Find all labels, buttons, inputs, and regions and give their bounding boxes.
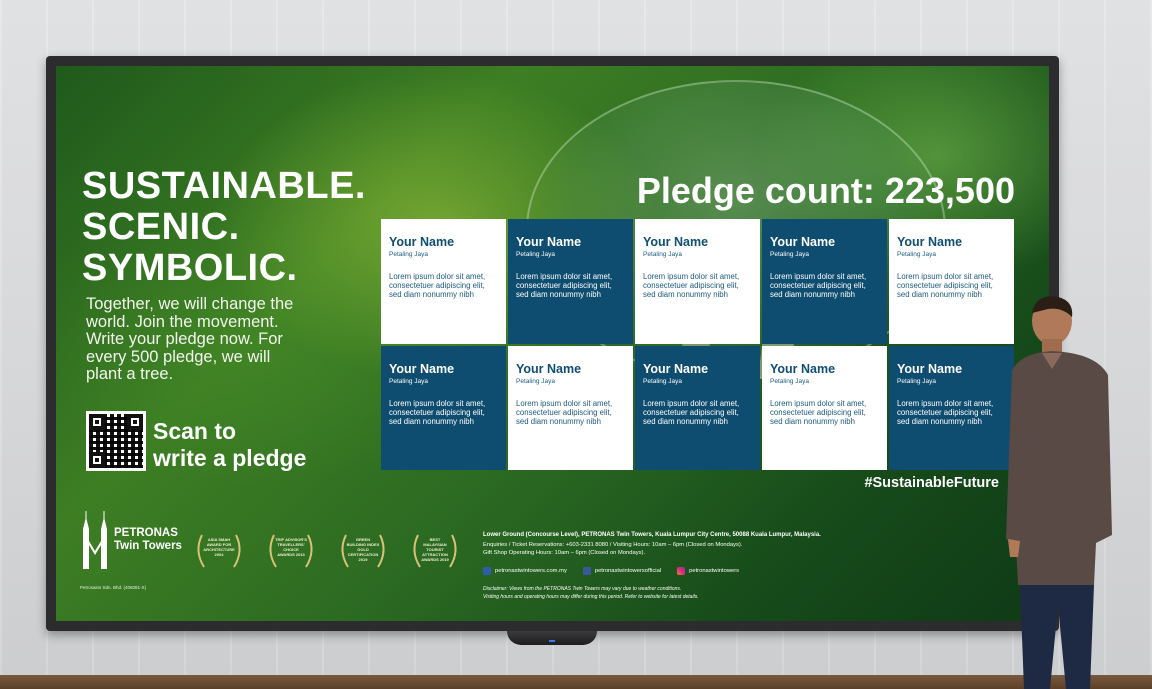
logo-wordmark: PETRONAS Twin Towers — [114, 527, 182, 553]
pledge-text: Lorem ipsum dolor sit amet, consectetuer… — [516, 398, 613, 426]
logo-line: Twin Towers — [114, 540, 182, 552]
awards-row: ASIA SMAH AWARD FOR ARCHITECTURE 2004 TR… — [192, 531, 462, 571]
headline-line: SCENIC. — [82, 206, 240, 248]
man-figure — [1006, 296, 1112, 689]
pledge-name: Your Name — [897, 361, 963, 376]
pledge-location: Petaling Jaya — [643, 251, 683, 258]
pledge-name: Your Name — [389, 235, 455, 249]
pledge-card: Your Name Petaling Jaya Lorem ipsum dolor … — [635, 345, 760, 470]
pledge-text: Lorem ipsum dolor sit amet, consectetuer… — [897, 398, 994, 426]
pledge-location: Petaling Jaya — [516, 251, 556, 258]
scan-cta: Scan to write a pledge — [153, 418, 306, 472]
award-badge: GREEN BUILDING INDEX GOLD CERTIFICATION … — [336, 531, 390, 571]
pledge-card: Your Name Petaling Jaya Lorem ipsum dolor … — [635, 219, 760, 344]
tv-stand — [507, 631, 597, 645]
pledge-location: Petaling Jaya — [643, 377, 683, 385]
pledge-text: Lorem ipsum dolor sit amet, consectetuer… — [516, 272, 613, 299]
pledge-card: Your Name Petaling Jaya Lorem ipsum dolor … — [762, 219, 887, 344]
award-text: GREEN BUILDING INDEX GOLD CERTIFICATION … — [346, 537, 380, 562]
scan-line: write a pledge — [153, 445, 307, 471]
pledge-card: Your Name Petaling Jaya Lorem ipsum dolor … — [889, 345, 1014, 470]
pledge-text: Lorem ipsum dolor sit amet, consectetuer… — [897, 272, 994, 299]
pledge-location: Petaling Jaya — [516, 377, 556, 385]
pledge-location: Petaling Jaya — [389, 377, 429, 385]
disclaimer-line: Visiting hours and operating hours may d… — [483, 594, 699, 600]
qr-finder — [127, 414, 143, 430]
web-icon — [483, 567, 491, 575]
logo-line: PETRONAS — [114, 527, 178, 539]
pledge-count: Pledge count: 223,500 — [636, 170, 1015, 211]
facebook-icon — [582, 567, 591, 575]
social-link[interactable]: petronastwintowers.com.my — [483, 567, 567, 575]
social-link[interactable]: petronastwintowersofficial — [582, 567, 662, 575]
pledge-name: Your Name — [770, 361, 836, 376]
intro-text: Together, we will change the world. Join… — [86, 295, 294, 383]
enquiries: Enquiries / Ticket Reservations: +603-23… — [483, 542, 743, 548]
pledge-card: Your Name Petaling Jaya Lorem ipsum dolor … — [381, 345, 506, 470]
pledge-name: Your Name — [897, 235, 963, 249]
gift-shop-hours: Gift Shop Operating Hours: 10am – 6pm (C… — [483, 550, 646, 556]
disclaimer-line: Disclaimer: Views from the PETRONAS Twin… — [483, 586, 682, 592]
scan-line: Scan to — [153, 418, 237, 444]
pledge-location: Petaling Jaya — [770, 251, 810, 258]
pledge-text: Lorem ipsum dolor sit amet, consectetuer… — [770, 398, 867, 426]
qr-finder — [89, 452, 105, 468]
award-badge: TRIP ADVISOR'S TRAVELLERS' CHOICE AWARDS… — [264, 531, 318, 571]
headline-line: SUSTAINABLE. — [82, 165, 366, 207]
visitor-info: Lower Ground (Concourse Level), PETRONAS… — [483, 532, 883, 601]
pledge-text: Lorem ipsum dolor sit amet, consectetuer… — [643, 398, 740, 426]
pledge-text: Lorem ipsum dolor sit amet, consectetuer… — [389, 398, 486, 426]
social-label: petronastwintowersofficial — [594, 568, 662, 574]
pledge-location: Petaling Jaya — [897, 251, 937, 258]
pledge-text: Lorem ipsum dolor sit amet, consectetuer… — [643, 272, 740, 299]
hashtag: #SustainableFuture — [864, 475, 999, 491]
pledge-name: Your Name — [643, 361, 709, 376]
power-led — [549, 640, 555, 642]
pledge-text: Lorem ipsum dolor sit amet, consectetuer… — [389, 272, 486, 299]
pledge-card: Your Name Petaling Jaya Lorem ipsum dolor … — [762, 345, 887, 470]
registration-number: Petrosains Sdn. Bhd. (406081-X) — [80, 585, 147, 590]
disclaimer: Disclaimer: Views from the PETRONAS Twin… — [483, 585, 883, 601]
address: Lower Ground (Concourse Level), PETRONAS… — [483, 532, 821, 538]
twin-towers-icon — [83, 511, 107, 569]
pledge-grid: Your Name Petaling Jaya Lorem ipsum dolor … — [381, 219, 1014, 470]
pledge-name: Your Name — [516, 235, 582, 249]
pledge-location: Petaling Jaya — [389, 251, 429, 258]
headline: SUSTAINABLE. SCENIC. SYMBOLIC. — [82, 166, 366, 289]
floor — [0, 675, 1152, 689]
pledge-card: Your Name Petaling Jaya Lorem ipsum dolor … — [381, 219, 506, 344]
pledge-name: Your Name — [389, 361, 455, 376]
pledge-name: Your Name — [643, 235, 709, 249]
screen-content: SUSTAINABLE. SCENIC. SYMBOLIC. Together,… — [56, 66, 1049, 621]
pledge-name: Your Name — [516, 361, 582, 376]
display-screen: SUSTAINABLE. SCENIC. SYMBOLIC. Together,… — [46, 56, 1059, 631]
qr-code[interactable] — [86, 411, 146, 471]
award-badge: ASIA SMAH AWARD FOR ARCHITECTURE 2004 — [192, 531, 246, 571]
qr-finder — [89, 414, 105, 430]
pledge-name: Your Name — [770, 235, 836, 249]
social-links: petronastwintowers.com.my petronastwinto… — [483, 567, 883, 575]
headline-line: SYMBOLIC. — [82, 247, 298, 289]
award-text: ASIA SMAH AWARD FOR ARCHITECTURE 2004 — [203, 537, 235, 557]
pledge-text: Lorem ipsum dolor sit amet, consectetuer… — [770, 272, 867, 299]
pledge-location: Petaling Jaya — [770, 377, 810, 385]
social-label: petronastwintowers.com.my — [495, 568, 567, 574]
social-link[interactable]: petronastwintowers — [677, 567, 739, 575]
pledge-card: Your Name Petaling Jaya Lorem ipsum dolor … — [889, 219, 1014, 344]
pledge-card: Your Name Petaling Jaya Lorem ipsum dolor … — [508, 345, 633, 470]
award-text: BEST MALAYSIAN TOURIST ATTRACTION AWARDS… — [421, 537, 449, 562]
instagram-icon — [677, 567, 686, 575]
award-badge: BEST MALAYSIAN TOURIST ATTRACTION AWARDS… — [408, 531, 462, 571]
petronas-logo: PETRONAS Twin Towers — [80, 511, 182, 569]
pledge-card: Your Name Petaling Jaya Lorem ipsum dolor … — [508, 219, 633, 344]
pledge-location: Petaling Jaya — [897, 377, 937, 385]
award-text: TRIP ADVISOR'S TRAVELLERS' CHOICE AWARDS… — [275, 537, 307, 557]
social-label: petronastwintowers — [689, 568, 740, 574]
